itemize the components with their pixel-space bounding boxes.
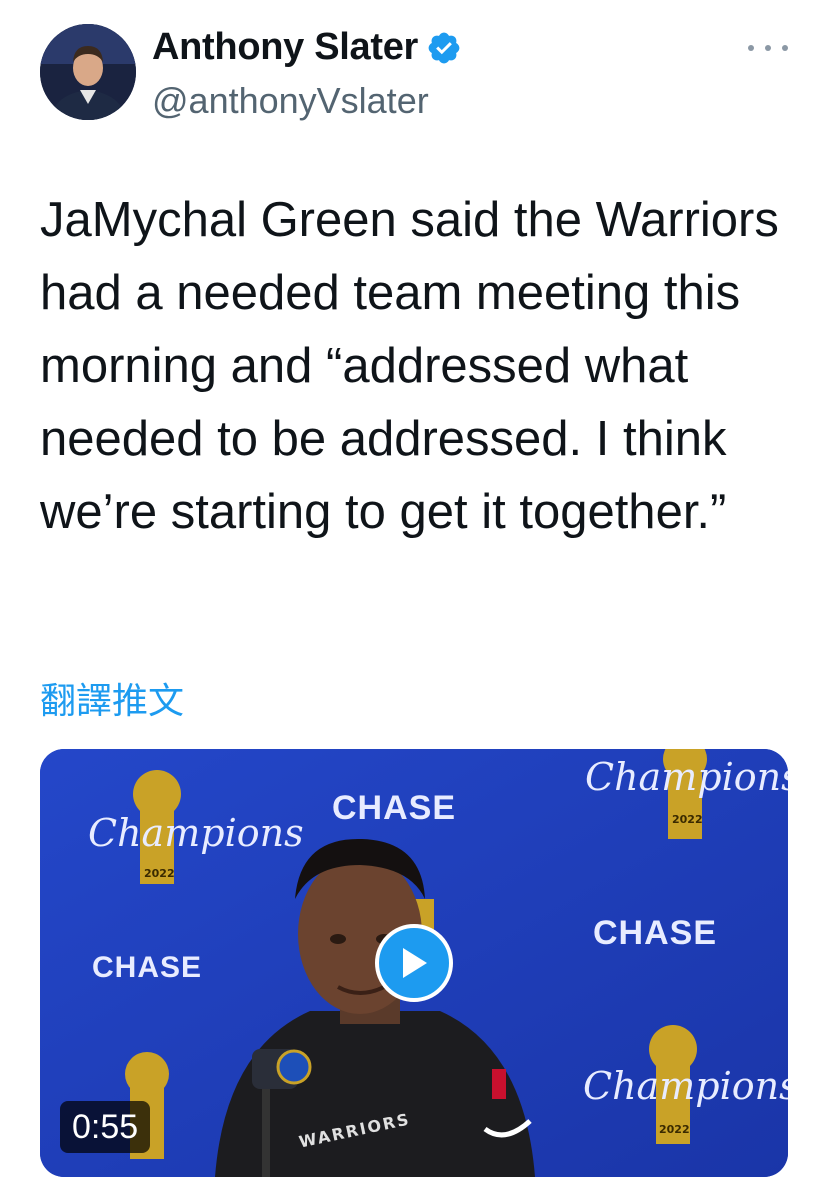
play-button[interactable] — [375, 924, 453, 1002]
video-duration: 0:55 — [60, 1101, 151, 1153]
translate-tweet-link[interactable]: 翻譯推文 — [40, 672, 184, 724]
author-avatar[interactable] — [40, 24, 136, 120]
more-options-icon[interactable] — [748, 38, 788, 58]
tweet-text: JaMychal Green said the Warriors had a n… — [40, 193, 779, 539]
sponsor-logo-left: CHASE — [92, 951, 203, 984]
avatar-photo-icon — [40, 24, 136, 120]
champions-logo-top-right: Champions — [585, 755, 788, 799]
champions-year-bottom-right: 2022 — [659, 1123, 690, 1136]
author-handle[interactable]: @anthonyVslater — [152, 80, 429, 122]
sponsor-logo-top: CHASE — [332, 789, 457, 827]
champions-logo-left: Champions — [88, 811, 304, 855]
verified-badge-icon — [428, 32, 460, 63]
video-media[interactable]: CHASE CHASE CHASE Champions Champions Ch… — [40, 749, 788, 1177]
champions-year-left: 2022 — [144, 867, 175, 880]
champions-year-top-right: 2022 — [672, 813, 703, 826]
champions-logo-bottom-right: Champions — [583, 1064, 788, 1108]
sponsor-logo-right: CHASE — [593, 914, 718, 952]
play-icon — [403, 948, 427, 978]
author-name-row: Anthony Slater — [152, 26, 462, 69]
author-display-name[interactable]: Anthony Slater — [152, 26, 418, 69]
